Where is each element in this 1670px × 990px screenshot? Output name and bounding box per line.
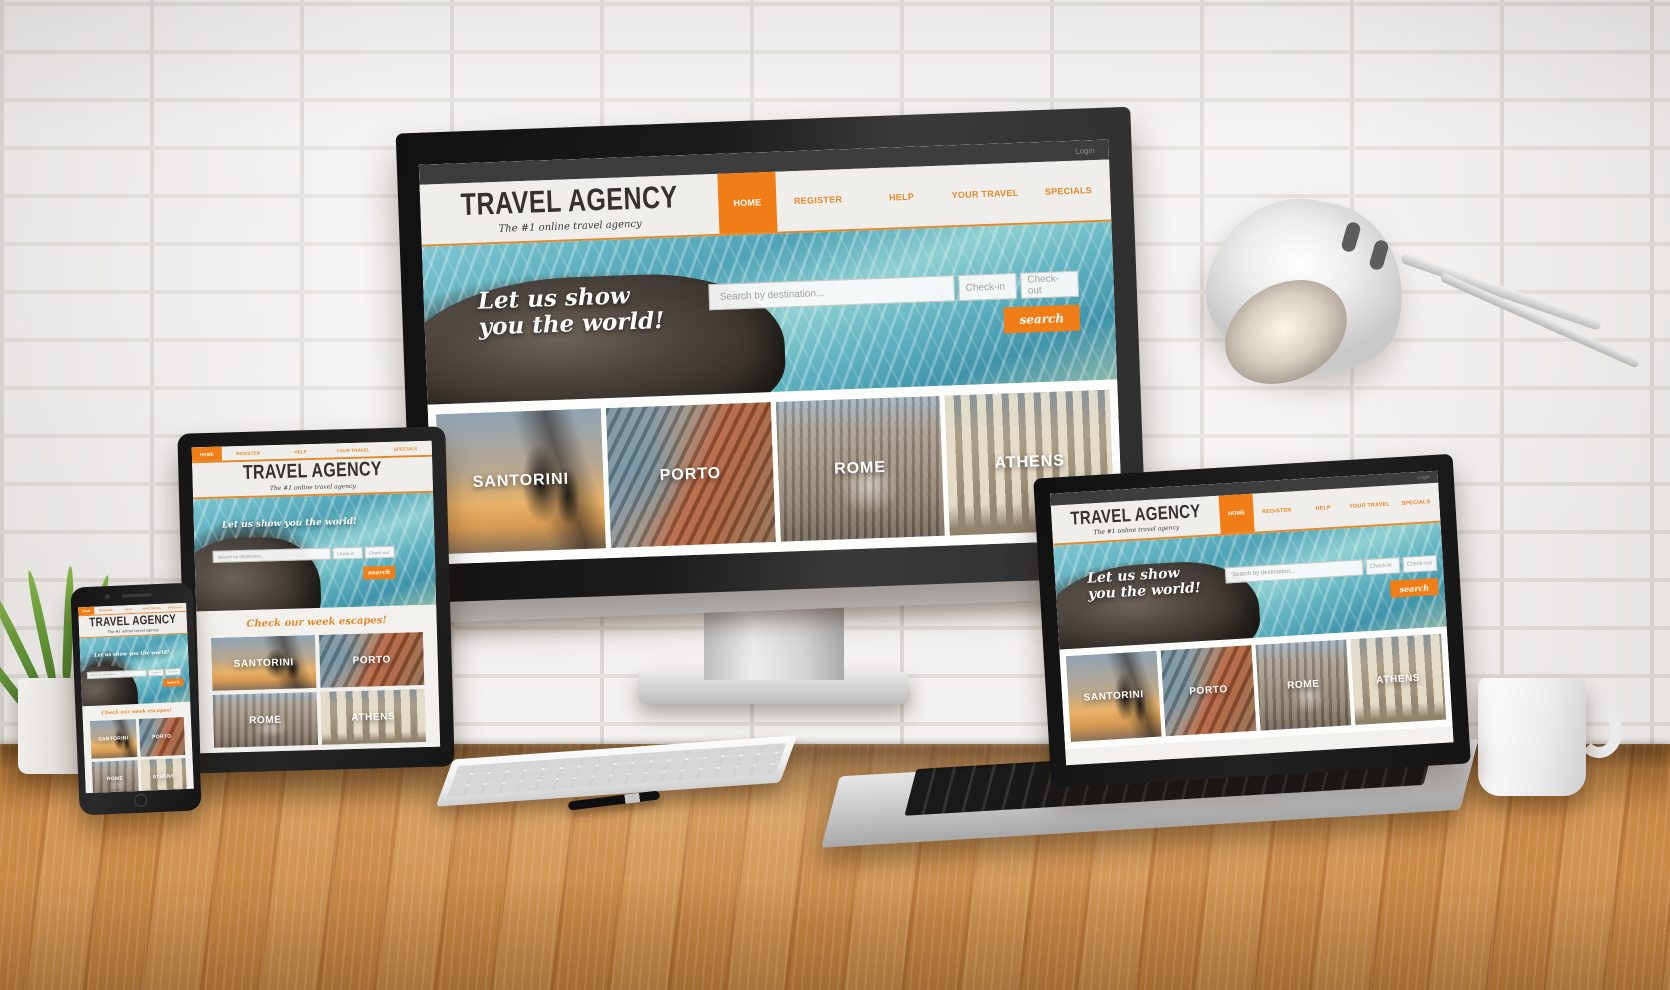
nav-item-specials[interactable]: SPECIALS bbox=[1392, 483, 1441, 524]
checkout-input[interactable]: Check-out bbox=[1402, 554, 1438, 573]
destination-card[interactable]: PORTO bbox=[318, 632, 425, 688]
desktop-hero: Let us show you the world! Search by des… bbox=[421, 221, 1118, 405]
nav-item-help[interactable]: HELP bbox=[117, 605, 140, 614]
tablet-device: HOME REGISTER HELP YOUR TRAVEL SPECIALS … bbox=[177, 426, 455, 774]
phone-site: HOME REGISTER HELP YOUR TRAVEL SPECIALS … bbox=[78, 602, 194, 794]
phone-home-button[interactable] bbox=[133, 793, 148, 808]
checkin-input[interactable]: Check-in bbox=[1365, 557, 1401, 576]
nav-item-home[interactable]: HOME bbox=[1218, 493, 1255, 534]
phone-screen: HOME REGISTER HELP YOUR TRAVEL SPECIALS … bbox=[78, 602, 194, 794]
phone-destination-grid: SANTORINI PORTO ROME ATHENS bbox=[83, 717, 194, 794]
destination-card[interactable]: PORTO bbox=[605, 402, 776, 549]
laptop-screen: Login TRAVEL AGENCY The #1 online travel… bbox=[1050, 470, 1454, 766]
login-link[interactable]: Login bbox=[1417, 474, 1430, 481]
nav-item-your-travel[interactable]: YOUR TRAVEL bbox=[327, 442, 380, 457]
phone-camera-icon bbox=[104, 594, 110, 600]
destination-card[interactable]: ATHENS bbox=[320, 689, 427, 745]
destination-card[interactable]: ROME bbox=[1255, 639, 1352, 731]
destination-card[interactable]: SANTORINI bbox=[211, 635, 317, 691]
brand-block[interactable]: TRAVEL AGENCY The #1 online travel agenc… bbox=[420, 174, 720, 245]
smartphone-device: HOME REGISTER HELP YOUR TRAVEL SPECIALS … bbox=[70, 582, 202, 816]
desktop-site: Login TRAVEL AGENCY The #1 online travel… bbox=[418, 139, 1123, 565]
nav-item-help[interactable]: HELP bbox=[274, 444, 327, 459]
destination-card[interactable]: PORTO bbox=[138, 717, 186, 757]
search-submit-button[interactable]: search bbox=[363, 565, 396, 580]
checkout-input[interactable]: Check-out bbox=[164, 668, 182, 676]
brand-title: TRAVEL AGENCY bbox=[89, 612, 177, 631]
nav-item-your-travel[interactable]: YOUR TRAVEL bbox=[1345, 485, 1394, 526]
nav-item-register[interactable]: REGISTER bbox=[94, 606, 117, 615]
nav-item-help[interactable]: HELP bbox=[859, 166, 945, 229]
brand-title: TRAVEL AGENCY bbox=[460, 179, 679, 223]
nav-item-register[interactable]: REGISTER bbox=[775, 169, 861, 232]
checkin-input[interactable]: Check-in bbox=[147, 668, 165, 677]
laptop-lid: Login TRAVEL AGENCY The #1 online travel… bbox=[1033, 453, 1471, 789]
checkout-input[interactable]: Check-out bbox=[1020, 270, 1080, 299]
brand-tagline: The #1 online travel agency bbox=[269, 482, 356, 493]
nav-item-home[interactable]: HOME bbox=[78, 606, 95, 616]
nav-item-home[interactable]: HOME bbox=[717, 171, 778, 234]
destination-card[interactable]: PORTO bbox=[1160, 645, 1257, 737]
tablet-bezel: HOME REGISTER HELP YOUR TRAVEL SPECIALS … bbox=[177, 426, 455, 774]
tablet-screen: HOME REGISTER HELP YOUR TRAVEL SPECIALS … bbox=[191, 440, 441, 754]
nav-item-specials[interactable]: SPECIALS bbox=[163, 603, 186, 612]
nav-item-help[interactable]: HELP bbox=[1299, 488, 1348, 529]
search-submit-button[interactable]: search bbox=[163, 678, 184, 687]
destination-card[interactable]: SANTORINI bbox=[435, 408, 606, 555]
destination-card[interactable]: ROME bbox=[91, 759, 139, 794]
phone-bezel: HOME REGISTER HELP YOUR TRAVEL SPECIALS … bbox=[70, 582, 202, 816]
tablet-site: HOME REGISTER HELP YOUR TRAVEL SPECIALS … bbox=[191, 440, 441, 754]
destination-card[interactable]: ATHENS bbox=[1350, 633, 1447, 726]
nav-item-your-travel[interactable]: YOUR TRAVEL bbox=[942, 163, 1028, 226]
destination-card[interactable]: ATHENS bbox=[140, 757, 188, 794]
checkin-input[interactable]: Check-in bbox=[332, 546, 363, 560]
hero-headline: Let us show you the world! bbox=[1087, 565, 1202, 603]
search-submit-button[interactable]: search bbox=[1389, 577, 1439, 598]
checkin-input[interactable]: Check-in bbox=[958, 272, 1018, 302]
hero-headline: Let us show you the world! bbox=[477, 282, 664, 340]
nav-item-your-travel[interactable]: YOUR TRAVEL bbox=[140, 604, 163, 613]
desktop-screen: Login TRAVEL AGENCY The #1 online travel… bbox=[418, 139, 1123, 565]
destination-card[interactable]: SANTORINI bbox=[89, 719, 137, 759]
destination-card[interactable]: ROME bbox=[212, 692, 319, 748]
checkout-input[interactable]: Check-out bbox=[364, 545, 395, 559]
search-submit-button[interactable]: search bbox=[1003, 304, 1081, 334]
tablet-hero: Let us show you the world! Search by des… bbox=[193, 492, 437, 612]
nav-item-home[interactable]: HOME bbox=[191, 446, 223, 462]
nav-item-register[interactable]: REGISTER bbox=[222, 445, 275, 460]
phone-speaker-icon bbox=[121, 593, 152, 598]
destination-card[interactable]: ROME bbox=[775, 395, 945, 542]
desktop-destination-cards: SANTORINI PORTO ROME ATHENS bbox=[427, 379, 1123, 565]
phone-hero: Let us show you the world! Search by des… bbox=[79, 633, 191, 707]
laptop-device: Login TRAVEL AGENCY The #1 online travel… bbox=[821, 453, 1490, 856]
destination-card[interactable]: SANTORINI bbox=[1065, 650, 1162, 742]
laptop-site: Login TRAVEL AGENCY The #1 online travel… bbox=[1050, 470, 1454, 766]
brand-title: TRAVEL AGENCY bbox=[242, 458, 383, 484]
brand-title: TRAVEL AGENCY bbox=[1069, 500, 1202, 530]
desk-scene: Login TRAVEL AGENCY The #1 online travel… bbox=[0, 0, 1670, 990]
nav-item-specials[interactable]: SPECIALS bbox=[379, 441, 432, 456]
tablet-destination-grid: SANTORINI PORTO ROME ATHENS bbox=[197, 632, 440, 754]
coffee-mug bbox=[1478, 678, 1586, 796]
nav-item-specials[interactable]: SPECIALS bbox=[1026, 159, 1112, 222]
login-link[interactable]: Login bbox=[1075, 146, 1095, 156]
nav-item-register[interactable]: REGISTER bbox=[1252, 491, 1301, 532]
